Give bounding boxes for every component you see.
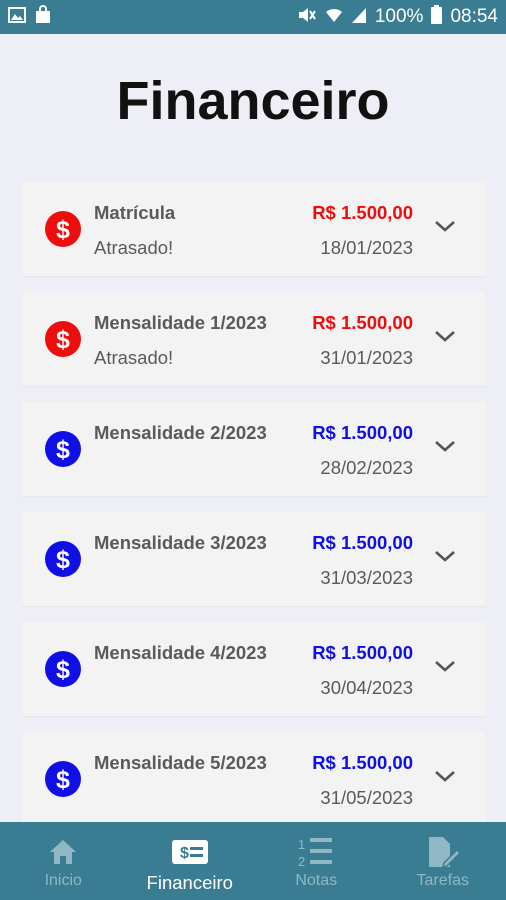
- payment-status: Atrasado!: [94, 347, 174, 368]
- chevron-down-icon[interactable]: [434, 328, 456, 344]
- payment-amount: R$ 1.500,00: [312, 642, 413, 663]
- dollar-coin-icon: $: [45, 431, 81, 467]
- task-edit-icon: [426, 834, 460, 870]
- numbered-list-icon: 12: [297, 834, 335, 870]
- payment-due-date: 31/01/2023: [320, 347, 413, 368]
- dollar-coin-icon: $: [45, 321, 81, 357]
- dollar-coin-icon: $: [45, 541, 81, 577]
- payment-due-date: 30/04/2023: [320, 677, 413, 698]
- dollar-coin-icon: $: [45, 761, 81, 797]
- payment-due-date: 31/03/2023: [320, 567, 413, 588]
- svg-text:2: 2: [298, 854, 305, 869]
- payments-list: $ Matrícula Atrasado! R$ 1.500,00 18/01/…: [22, 182, 486, 842]
- clock: 08:54: [450, 6, 498, 27]
- nav-label: Notas: [295, 872, 338, 889]
- payment-title: Mensalidade 2/2023: [94, 422, 267, 443]
- nav-label: Financeiro: [146, 872, 233, 893]
- shopping-bag-icon: [34, 4, 52, 30]
- nav-label: Inicio: [44, 872, 82, 889]
- nav-item-financeiro[interactable]: $ Financeiro: [127, 822, 254, 900]
- signal-icon: [351, 6, 367, 29]
- dollar-coin-icon: $: [45, 211, 81, 247]
- svg-text:1: 1: [298, 837, 305, 852]
- svg-text:$: $: [180, 845, 189, 862]
- payment-due-date: 31/05/2023: [320, 787, 413, 808]
- chevron-down-icon[interactable]: [434, 658, 456, 674]
- payment-amount: R$ 1.500,00: [312, 532, 413, 553]
- home-icon: [48, 834, 78, 870]
- dollar-coin-icon: $: [45, 651, 81, 687]
- payment-card[interactable]: $ Mensalidade 2/2023 R$ 1.500,00 28/02/2…: [22, 402, 486, 496]
- nav-item-tarefas[interactable]: Tarefas: [380, 822, 506, 900]
- nav-item-notas[interactable]: 12 Notas: [253, 822, 380, 900]
- payment-title: Mensalidade 1/2023: [94, 312, 267, 333]
- chevron-down-icon[interactable]: [434, 438, 456, 454]
- payment-amount: R$ 1.500,00: [312, 422, 413, 443]
- nav-item-inicio[interactable]: Inicio: [0, 822, 127, 900]
- money-bill-icon: $: [171, 834, 209, 870]
- status-bar: 100% 08:54: [0, 0, 506, 34]
- wifi-icon: [325, 6, 343, 29]
- page-title: Financeiro: [116, 71, 390, 131]
- chevron-down-icon[interactable]: [434, 768, 456, 784]
- payment-amount: R$ 1.500,00: [312, 312, 413, 333]
- battery-icon: [431, 5, 443, 29]
- payment-status: Atrasado!: [94, 237, 174, 258]
- bottom-navigation: Inicio $ Financeiro 12 Notas Tarefas: [0, 822, 506, 900]
- payment-amount: R$ 1.500,00: [312, 202, 413, 223]
- chevron-down-icon[interactable]: [434, 548, 456, 564]
- payment-title: Matrícula: [94, 202, 176, 223]
- payment-due-date: 28/02/2023: [320, 457, 413, 478]
- payment-card[interactable]: $ Mensalidade 5/2023 R$ 1.500,00 31/05/2…: [22, 732, 486, 826]
- payment-title: Mensalidade 3/2023: [94, 532, 267, 553]
- payment-card[interactable]: $ Mensalidade 3/2023 R$ 1.500,00 31/03/2…: [22, 512, 486, 606]
- battery-percentage: 100%: [374, 6, 424, 27]
- payment-amount: R$ 1.500,00: [312, 752, 413, 773]
- payment-card[interactable]: $ Matrícula Atrasado! R$ 1.500,00 18/01/…: [22, 182, 486, 276]
- payment-card[interactable]: $ Mensalidade 4/2023 R$ 1.500,00 30/04/2…: [22, 622, 486, 716]
- payment-card[interactable]: $ Mensalidade 1/2023 Atrasado! R$ 1.500,…: [22, 292, 486, 386]
- payment-due-date: 18/01/2023: [320, 237, 413, 258]
- mute-icon: [297, 6, 317, 29]
- payment-title: Mensalidade 4/2023: [94, 642, 267, 663]
- chevron-down-icon[interactable]: [434, 218, 456, 234]
- nav-label: Tarefas: [416, 872, 469, 889]
- image-notification-icon: [8, 6, 26, 29]
- payment-title: Mensalidade 5/2023: [94, 752, 267, 773]
